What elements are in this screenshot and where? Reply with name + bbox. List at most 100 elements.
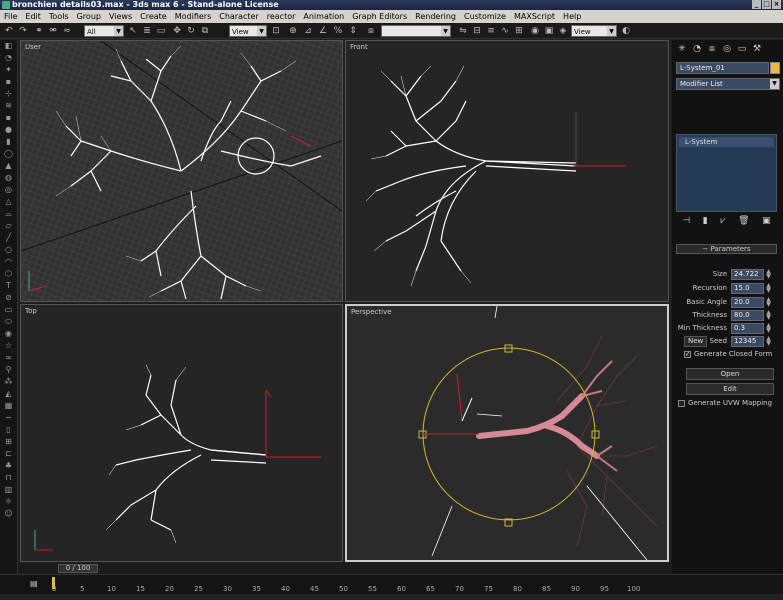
select-manipulate-icon[interactable]: ⊕: [288, 26, 298, 36]
tool-rectangle-icon[interactable]: ▭: [0, 304, 17, 316]
param-min-thickness-field[interactable]: 0.3: [731, 323, 764, 334]
menu-views[interactable]: Views: [105, 12, 136, 21]
material-editor-icon[interactable]: ◉: [530, 26, 540, 36]
viewport-front[interactable]: Front: [345, 40, 669, 302]
viewport-perspective[interactable]: Perspective: [345, 304, 669, 562]
tool-light-icon[interactable]: ✦: [0, 64, 17, 76]
show-end-result-icon[interactable]: ▮: [703, 216, 708, 228]
select-move-icon[interactable]: ✥: [172, 26, 182, 36]
object-name-field[interactable]: L-System_01: [676, 62, 769, 74]
tool-railing-icon[interactable]: ⊓: [0, 472, 17, 484]
param-thickness-spinner[interactable]: ▲ ▼: [765, 310, 772, 321]
menu-modifiers[interactable]: Modifiers: [171, 12, 216, 21]
menu-customize[interactable]: Customize: [460, 12, 510, 21]
tool-particle-icon[interactable]: ⁂: [0, 376, 17, 388]
tool-compound-icon[interactable]: ◭: [0, 388, 17, 400]
tool-text-icon[interactable]: T: [0, 280, 17, 292]
menu-file[interactable]: File: [0, 12, 21, 21]
menu-rendering[interactable]: Rendering: [411, 12, 460, 21]
tool-bone-icon[interactable]: ⚲: [0, 364, 17, 376]
param-size-field[interactable]: 24.722: [731, 269, 764, 280]
tool-ngon-icon[interactable]: ⬡: [0, 268, 17, 280]
object-color-swatch[interactable]: [770, 62, 780, 74]
tool-donut-icon[interactable]: ◉: [0, 328, 17, 340]
unlink-icon[interactable]: ⚮: [48, 26, 58, 36]
quick-render-icon[interactable]: ◈: [558, 26, 568, 36]
link-icon[interactable]: ⚭: [34, 26, 44, 36]
select-scale-icon[interactable]: ⧉: [200, 26, 210, 36]
tool-section-icon[interactable]: ⊘: [0, 292, 17, 304]
tool-foliage-icon[interactable]: ♣: [0, 460, 17, 472]
tool-pyramid-icon[interactable]: △: [0, 196, 17, 208]
viewport-user[interactable]: User: [20, 40, 343, 302]
viewport-label-top[interactable]: Top: [25, 307, 37, 315]
param-seed-field[interactable]: 12345: [731, 336, 764, 347]
selection-filter-dropdown[interactable]: All ▼: [84, 25, 124, 37]
tool-door-icon[interactable]: ▯: [0, 424, 17, 436]
make-unique-icon[interactable]: ⩗: [720, 216, 725, 228]
menu-maxscript[interactable]: MAXScript: [510, 12, 559, 21]
param-basic-angle-spinner[interactable]: ▲ ▼: [765, 297, 772, 308]
select-object-icon[interactable]: ↖: [128, 26, 138, 36]
layer-manager-icon[interactable]: ≡: [486, 26, 496, 36]
tool-cone-icon[interactable]: ▲: [0, 160, 17, 172]
tool-torus-icon[interactable]: ◯: [0, 148, 17, 160]
tool-line-icon[interactable]: ╱: [0, 232, 17, 244]
edit-button[interactable]: Edit: [686, 383, 774, 395]
render-last-icon[interactable]: ◐: [621, 26, 631, 36]
tool-stairs-icon[interactable]: ⊏: [0, 448, 17, 460]
named-selection-icon[interactable]: ⧈: [366, 26, 376, 36]
param-min-thickness-spinner[interactable]: ▲ ▼: [765, 323, 772, 334]
create-tab-icon[interactable]: ✳: [676, 43, 688, 55]
display-tab-icon[interactable]: ▭: [736, 43, 748, 55]
spinner-snap-icon[interactable]: ⇕: [348, 26, 358, 36]
redo-icon[interactable]: ↷: [18, 26, 28, 36]
tool-star-icon[interactable]: ☆: [0, 340, 17, 352]
menu-character[interactable]: Character: [215, 12, 263, 21]
rectangular-selection-icon[interactable]: ▭: [156, 26, 166, 36]
motion-tab-icon[interactable]: ◎: [721, 43, 733, 55]
tool-wall-icon[interactable]: ▥: [0, 484, 17, 496]
minimize-button[interactable]: _: [752, 0, 761, 9]
generate-uvw-mapping-checkbox[interactable]: Generate UVW Mapping: [678, 399, 772, 407]
viewport-label-user[interactable]: User: [25, 43, 41, 51]
track-bar[interactable]: ▤ 0 5 10 15 20 25 30 35 40 45 50 55 60 6…: [0, 574, 783, 594]
param-recursion-spinner[interactable]: ▲ ▼: [765, 283, 772, 294]
menu-create[interactable]: Create: [136, 12, 171, 21]
close-button[interactable]: ×: [772, 0, 781, 9]
tool-circle-icon[interactable]: ○: [0, 244, 17, 256]
pin-stack-icon[interactable]: ⊣: [682, 216, 690, 228]
schematic-view-icon[interactable]: ⊞: [514, 26, 524, 36]
curve-editor-icon[interactable]: ∿: [500, 26, 510, 36]
snap-toggle-icon[interactable]: ⊿: [303, 26, 313, 36]
tool-cylinder-icon[interactable]: ▮: [0, 136, 17, 148]
parameters-rollout-header[interactable]: − Parameters: [676, 244, 777, 254]
param-recursion-field[interactable]: 15.0: [731, 283, 764, 294]
tool-create-icon[interactable]: ◧: [0, 40, 17, 52]
menu-reactor[interactable]: reactor: [263, 12, 300, 21]
tool-arc-icon[interactable]: ◠: [0, 256, 17, 268]
undo-icon[interactable]: ↶: [4, 26, 14, 36]
tool-box-icon[interactable]: ▪: [0, 112, 17, 124]
viewport-label-front[interactable]: Front: [350, 43, 368, 51]
tool-plane-icon[interactable]: ▱: [0, 220, 17, 232]
tool-helix-icon[interactable]: ∞: [0, 352, 17, 364]
menu-group[interactable]: Group: [73, 12, 105, 21]
viewport-label-perspective[interactable]: Perspective: [351, 308, 392, 316]
modify-tab-icon[interactable]: ◔: [691, 43, 703, 55]
utilities-tab-icon[interactable]: ⚒: [751, 43, 763, 55]
menu-tools[interactable]: Tools: [45, 12, 73, 21]
mirror-icon[interactable]: ⇋: [458, 26, 468, 36]
percent-snap-icon[interactable]: %: [333, 26, 343, 36]
param-seed-spinner[interactable]: ▲ ▼: [765, 336, 772, 347]
param-size-spinner[interactable]: ▲ ▼: [765, 269, 772, 280]
tool-camera-icon[interactable]: ▪: [0, 76, 17, 88]
menu-help[interactable]: Help: [559, 12, 585, 21]
open-button[interactable]: Open: [686, 368, 774, 380]
tool-reactor-icon[interactable]: ⚛: [0, 496, 17, 508]
viewport-top[interactable]: Top: [20, 304, 343, 562]
hierarchy-tab-icon[interactable]: ⧈: [706, 43, 718, 55]
track-bar-menu-icon[interactable]: ▤: [30, 579, 38, 589]
generate-closed-form-checkbox[interactable]: ✓ Generate Closed Form: [684, 350, 772, 358]
angle-snap-icon[interactable]: ∠: [318, 26, 328, 36]
